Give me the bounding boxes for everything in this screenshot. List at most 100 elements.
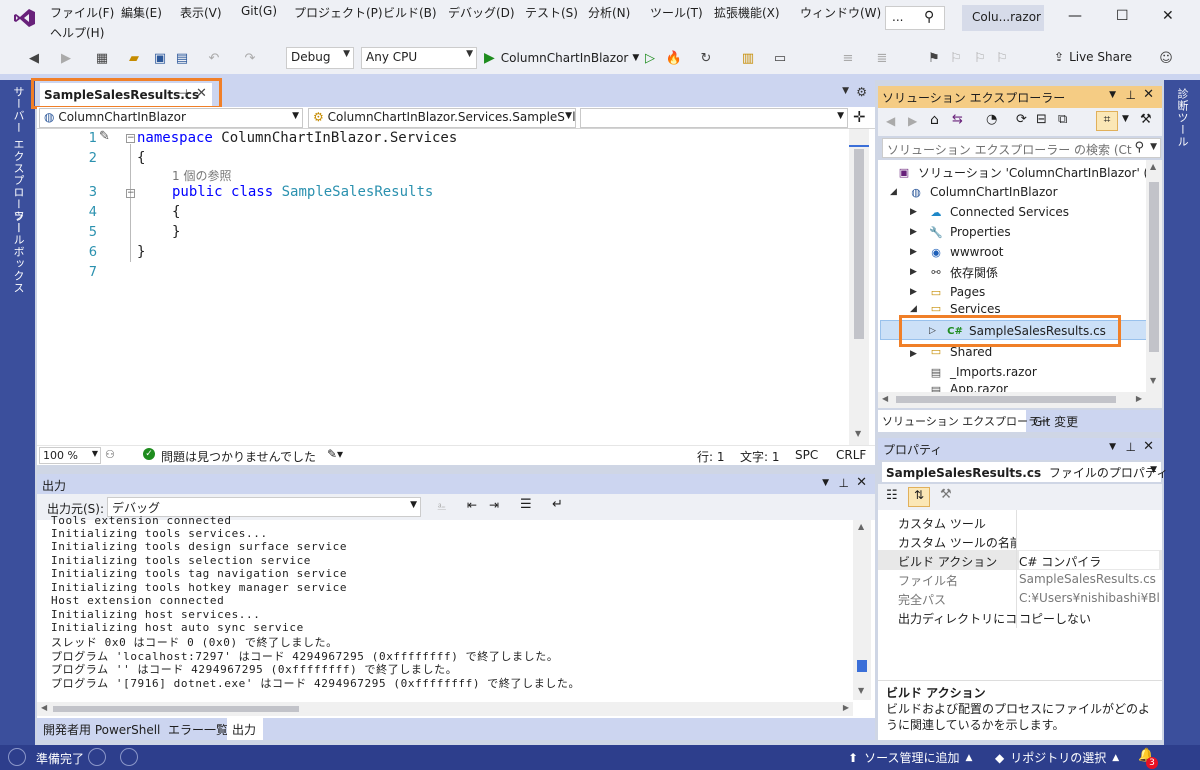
global-search-box[interactable]: ... ⚲ bbox=[885, 6, 945, 30]
run-button[interactable]: ▶ ColumnChartInBlazor ▼ bbox=[484, 50, 639, 66]
scroll-thumb[interactable] bbox=[857, 660, 867, 672]
reference-codelens[interactable]: 1 個の参照 bbox=[172, 167, 231, 184]
scroll-right-icon[interactable]: ▶ bbox=[1136, 394, 1142, 403]
menu-help[interactable]: ヘルプ(H) bbox=[50, 24, 104, 41]
menu-debug[interactable]: デバッグ(D) bbox=[448, 4, 515, 21]
sync-icon[interactable]: ⟳ bbox=[1016, 112, 1027, 127]
uncomment-icon[interactable]: ≣ bbox=[872, 48, 892, 68]
collapse-namespace-icon[interactable]: − bbox=[126, 134, 135, 143]
column-indicator[interactable]: 文字: 1 bbox=[740, 448, 780, 465]
tree-node-imports[interactable]: ▤ _Imports.razor bbox=[928, 362, 1037, 382]
tab-git-changes[interactable]: Git 変更 bbox=[1033, 413, 1078, 430]
menu-git[interactable]: Git(G) bbox=[241, 4, 277, 18]
tree-h-scrollbar[interactable]: ◀ ▶ bbox=[878, 392, 1146, 408]
solution-search-input[interactable]: ソリューション エクスプローラー の検索 (Ctrl+;) ⚲ ▼ bbox=[882, 138, 1161, 158]
tab-output[interactable]: 出力 bbox=[227, 718, 263, 740]
home-icon[interactable]: ⌂ bbox=[930, 112, 939, 128]
scroll-left-icon[interactable]: ◀ bbox=[882, 394, 888, 403]
tree-node-connected-services[interactable]: ▶ ☁ Connected Services bbox=[910, 202, 1069, 222]
live-share-button[interactable]: ⇪ Live Share bbox=[1054, 50, 1132, 64]
chevron-down-icon[interactable]: ▼ bbox=[1109, 90, 1116, 100]
back-icon[interactable]: ◀ bbox=[24, 48, 44, 68]
line-indicator[interactable]: 行: 1 bbox=[697, 448, 725, 465]
prev-message-icon[interactable]: ⇤ bbox=[467, 498, 477, 512]
issues-status[interactable]: 問題は見つかりませんでした bbox=[161, 448, 316, 465]
alphabetical-icon[interactable]: ⇅ bbox=[908, 487, 930, 507]
back-icon[interactable]: ◀ bbox=[886, 114, 895, 128]
project-nav-dropdown[interactable]: ◍ ColumnChartInBlazor ▼ bbox=[39, 108, 303, 128]
save-icon[interactable]: ▣ bbox=[150, 48, 170, 68]
scroll-down-icon[interactable]: ▼ bbox=[855, 429, 861, 438]
scroll-thumb[interactable] bbox=[1149, 182, 1159, 352]
property-row-selected[interactable]: ビルド アクション C# コンパイラ bbox=[878, 550, 1162, 570]
scroll-left-icon[interactable]: ◀ bbox=[41, 703, 47, 712]
tree-scrollbar[interactable]: ▲ ▼ bbox=[1146, 160, 1162, 408]
switch-views-icon[interactable]: ⇆ bbox=[952, 112, 963, 127]
find-in-files-icon[interactable]: ▥ bbox=[738, 48, 758, 68]
column-divider[interactable] bbox=[1016, 510, 1017, 628]
scroll-thumb[interactable] bbox=[896, 396, 1116, 403]
word-wrap-icon[interactable]: ↵ bbox=[552, 497, 563, 512]
collapsed-arrow-icon[interactable]: ▶ bbox=[910, 267, 920, 277]
gear-icon[interactable]: ⚙ bbox=[856, 85, 867, 99]
window-layout-icon[interactable]: ▭ bbox=[770, 48, 790, 68]
close-button[interactable]: ✕ bbox=[1162, 8, 1174, 24]
maximize-button[interactable]: ☐ bbox=[1116, 8, 1129, 24]
type-nav-dropdown[interactable]: ⚙ ColumnChartInBlazor.Services.SampleSal… bbox=[308, 108, 576, 128]
pin-icon[interactable]: ⊥ bbox=[1126, 88, 1136, 102]
menu-view[interactable]: 表示(V) bbox=[180, 4, 222, 21]
close-icon[interactable]: ✕ bbox=[1143, 439, 1154, 454]
code-editor[interactable]: 1 ✎ 2 3 4 5 6 7 − − namespace ColumnChar… bbox=[37, 129, 875, 445]
undo-icon[interactable]: ↶ bbox=[204, 48, 224, 68]
chevron-down-icon[interactable]: ▼ bbox=[1122, 114, 1129, 124]
clear-bookmarks-icon[interactable]: ⚐ bbox=[992, 48, 1012, 68]
start-without-debugging-icon[interactable]: ▷ bbox=[640, 48, 660, 68]
tree-node-properties[interactable]: ▶ 🔧 Properties bbox=[910, 222, 1011, 242]
toolbox-tab[interactable]: ツールボックス bbox=[10, 210, 26, 294]
tab-error-list[interactable]: エラー一覧 bbox=[168, 721, 228, 738]
tab-solution-explorer[interactable]: ソリューション エクスプローラー bbox=[878, 410, 1050, 432]
configuration-select[interactable]: Debug ▼ bbox=[286, 47, 354, 69]
refresh-icon[interactable]: ↻ bbox=[696, 48, 716, 68]
collapsed-arrow-icon[interactable]: ▶ bbox=[910, 247, 920, 257]
menu-tools[interactable]: ツール(T) bbox=[650, 4, 703, 21]
open-folder-icon[interactable]: ▰ bbox=[124, 48, 144, 68]
collapse-all-icon[interactable]: ⊟ bbox=[1036, 112, 1047, 127]
close-icon[interactable]: ✕ bbox=[856, 475, 867, 490]
redo-icon[interactable]: ↷ bbox=[240, 48, 260, 68]
wrench-icon[interactable]: ⚒ bbox=[940, 487, 952, 502]
zoom-select[interactable]: 100 % ▼ bbox=[39, 447, 101, 464]
expanded-arrow-icon[interactable]: ◢ bbox=[910, 304, 920, 314]
properties-object-select[interactable]: SampleSalesResults.cs ファイルのプロパティ ▼ bbox=[882, 462, 1168, 482]
scroll-right-icon[interactable]: ▶ bbox=[843, 703, 849, 712]
collapsed-arrow-icon[interactable]: ▶ bbox=[910, 349, 920, 359]
code-cleanup-icon[interactable]: ✎▾ bbox=[327, 447, 343, 461]
tree-node-services[interactable]: ◢ ▭ Services bbox=[910, 302, 1001, 315]
menu-window[interactable]: ウィンドウ(W) bbox=[800, 4, 881, 21]
scroll-up-icon[interactable]: ▲ bbox=[1150, 162, 1156, 171]
line-ending-indicator[interactable]: CRLF bbox=[836, 448, 866, 462]
clear-all-icon[interactable]: ☰ bbox=[520, 497, 532, 512]
pending-changes-icon[interactable]: ◔ bbox=[986, 112, 997, 127]
output-scrollbar[interactable]: ▲ ▼ bbox=[853, 520, 871, 700]
menu-analyze[interactable]: 分析(N) bbox=[588, 4, 630, 21]
menu-file[interactable]: ファイル(F) bbox=[50, 4, 114, 21]
property-row[interactable]: 出力ディレクトリにコピーコピーしない bbox=[878, 607, 1162, 627]
collapsed-arrow-icon[interactable]: ▶ bbox=[910, 227, 920, 237]
menu-test[interactable]: テスト(S) bbox=[525, 4, 578, 21]
menu-build[interactable]: ビルド(B) bbox=[383, 4, 437, 21]
platform-select[interactable]: Any CPU ▼ bbox=[361, 47, 477, 69]
intellicode-icon[interactable]: ⚇ bbox=[105, 448, 115, 461]
minimize-button[interactable]: — bbox=[1068, 8, 1082, 24]
scroll-down-icon[interactable]: ▼ bbox=[1150, 376, 1156, 385]
add-to-source-control-button[interactable]: ⬆ ソース管理に追加 ▲ bbox=[848, 749, 972, 766]
prev-bookmark-icon[interactable]: ⚐ bbox=[946, 48, 966, 68]
next-message-icon[interactable]: ⇥ bbox=[489, 498, 499, 512]
solution-name-badge[interactable]: Colu...razor bbox=[962, 5, 1044, 31]
bookmark-icon[interactable]: ⚑ bbox=[924, 48, 944, 68]
tab-list-dropdown[interactable]: ▼ bbox=[842, 86, 849, 96]
editor-scrollbar[interactable]: ▼ bbox=[849, 129, 869, 445]
new-project-icon[interactable]: ▦ bbox=[92, 48, 112, 68]
output-text-area[interactable]: Tools extension connected Initializing t… bbox=[37, 514, 875, 718]
tree-node-shared[interactable]: ▶ ▭ Shared bbox=[910, 346, 992, 359]
